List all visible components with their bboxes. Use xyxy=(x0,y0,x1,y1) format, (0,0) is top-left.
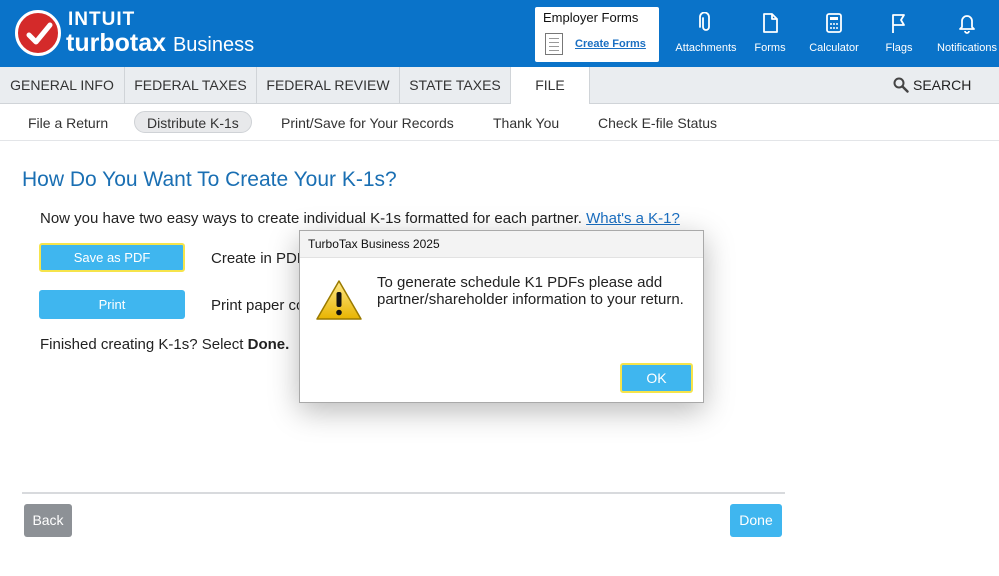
main-nav: GENERAL INFO FEDERAL TAXES FEDERAL REVIE… xyxy=(0,67,999,104)
tab-file[interactable]: FILE xyxy=(511,67,590,104)
finished-text: Finished creating K-1s? Select Done. xyxy=(40,336,289,353)
search-label: SEARCH xyxy=(913,77,972,93)
toolbar-calculator-button[interactable]: Calculator xyxy=(800,12,868,54)
subnav-file-a-return[interactable]: File a Return xyxy=(28,112,108,134)
tab-state-taxes[interactable]: STATE TAXES xyxy=(400,67,511,103)
brand-company: INTUIT xyxy=(68,9,136,30)
toolbar-attachments-label: Attachments xyxy=(675,42,737,54)
whats-a-k1-link[interactable]: What's a K-1? xyxy=(586,210,680,227)
dialog-title: TurboTax Business 2025 xyxy=(300,231,703,258)
warning-icon xyxy=(315,279,363,326)
sub-nav: File a Return Distribute K-1s Print/Save… xyxy=(0,104,999,141)
tab-federal-review[interactable]: FEDERAL REVIEW xyxy=(257,67,400,103)
tab-federal-taxes[interactable]: FEDERAL TAXES xyxy=(125,67,257,103)
toolbar-calculator-label: Calculator xyxy=(809,42,859,54)
toolbar-forms-button[interactable]: Forms xyxy=(736,12,804,54)
alert-dialog: TurboTax Business 2025 To generate sched… xyxy=(299,230,704,403)
finished-prefix: Finished creating K-1s? Select xyxy=(40,336,248,353)
save-as-pdf-button[interactable]: Save as PDF xyxy=(39,243,185,272)
subnav-check-efile-status[interactable]: Check E-file Status xyxy=(598,112,717,134)
toolbar-attachments-button[interactable]: Attachments xyxy=(672,12,740,54)
flag-icon xyxy=(892,14,905,33)
employer-forms-panel: Employer Forms Create Forms xyxy=(535,7,659,62)
intro-text: Now you have two easy ways to create ind… xyxy=(40,210,680,227)
back-button[interactable]: Back xyxy=(24,504,72,537)
dialog-message: To generate schedule K1 PDFs please add … xyxy=(377,274,684,308)
subnav-distribute-k1s[interactable]: Distribute K-1s xyxy=(134,111,252,133)
divider xyxy=(22,492,785,494)
top-header: INTUIT turbotax Business Employer Forms … xyxy=(0,0,999,67)
brand-product-name: turbotax xyxy=(66,29,166,57)
turbotax-logo-icon xyxy=(15,10,61,56)
document-icon xyxy=(545,33,563,55)
save-pdf-description: Create in PDF xyxy=(211,250,307,267)
search-button[interactable]: SEARCH xyxy=(893,77,971,93)
paperclip-icon xyxy=(699,12,710,31)
toolbar-flags-button[interactable]: Flags xyxy=(865,12,933,54)
brand-edition: Business xyxy=(172,34,255,56)
ok-button[interactable]: OK xyxy=(620,363,693,393)
finished-done-bold: Done. xyxy=(247,336,290,353)
subnav-thank-you[interactable]: Thank You xyxy=(493,112,559,134)
page-title: How Do You Want To Create Your K-1s? xyxy=(22,168,397,191)
tab-general-info[interactable]: GENERAL INFO xyxy=(0,67,125,103)
toolbar-forms-label: Forms xyxy=(754,42,786,54)
employer-forms-title: Employer Forms xyxy=(543,10,639,25)
toolbar-notifications-label: Notifications xyxy=(937,42,997,54)
subnav-print-save-records[interactable]: Print/Save for Your Records xyxy=(281,112,454,134)
print-description: Print paper co xyxy=(211,297,305,314)
done-button[interactable]: Done xyxy=(730,504,782,537)
calculator-icon xyxy=(826,13,842,33)
toolbar-flags-label: Flags xyxy=(885,42,913,54)
toolbar-notifications-button[interactable]: Notifications xyxy=(933,12,999,54)
brand-product: turbotax Business xyxy=(66,29,254,58)
create-forms-link[interactable]: Create Forms xyxy=(575,38,646,50)
print-button[interactable]: Print xyxy=(39,290,185,319)
document-icon xyxy=(763,13,778,33)
search-icon xyxy=(893,77,909,93)
intro-body: Now you have two easy ways to create ind… xyxy=(40,210,582,227)
bell-icon xyxy=(959,15,975,34)
